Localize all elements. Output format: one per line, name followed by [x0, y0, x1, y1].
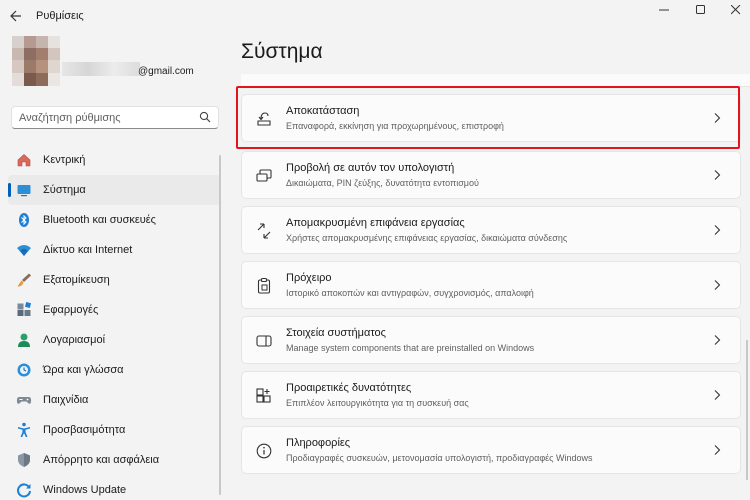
avatar[interactable] — [12, 36, 60, 86]
chevron-right-icon — [714, 335, 721, 345]
sidebar-item-label: Εξατομίκευση — [43, 274, 110, 286]
sidebar-item-label: Δίκτυο και Internet — [43, 244, 133, 256]
sidebar-item-privacy-security[interactable]: Απόρρητο και ασφάλεια — [8, 445, 220, 475]
card-subtitle: Δικαιώματα, PIN ζεύξης, δυνατότητα εντοπ… — [286, 178, 479, 188]
chevron-right-icon — [714, 445, 721, 455]
chevron-right-icon — [714, 170, 721, 180]
card-title: Προαιρετικές δυνατότητες — [286, 382, 412, 394]
bluetooth-icon — [16, 212, 32, 228]
clock-globe-icon — [16, 362, 32, 378]
card-title: Προβολή σε αυτόν τον υπολογιστή — [286, 162, 455, 174]
project-icon — [256, 169, 272, 182]
sidebar-item-bluetooth[interactable]: Bluetooth και συσκευές — [8, 205, 220, 235]
paintbrush-icon — [16, 272, 32, 288]
sidebar-item-label: Σύστημα — [43, 184, 86, 196]
sidebar-item-label: Κεντρική — [43, 154, 86, 166]
home-icon — [16, 152, 32, 168]
clipboard-icon — [257, 277, 271, 294]
window-title: Ρυθμίσεις — [36, 10, 84, 22]
sidebar-item-network[interactable]: Δίκτυο και Internet — [8, 235, 220, 265]
chevron-right-icon — [714, 225, 721, 235]
info-icon — [256, 443, 272, 459]
account-name-redacted — [62, 62, 140, 76]
sidebar-item-gaming[interactable]: Παιχνίδια — [8, 385, 220, 415]
sidebar-nav: Κεντρική Σύστημα Bluetooth και συσκευές … — [8, 145, 220, 500]
sidebar-item-label: Ώρα και γλώσσα — [43, 364, 124, 376]
card-title: Απομακρυσμένη επιφάνεια εργασίας — [286, 217, 465, 229]
sidebar-item-label: Bluetooth και συσκευές — [43, 214, 156, 226]
card-remote-desktop[interactable]: Απομακρυσμένη επιφάνεια εργασίας Χρήστες… — [241, 206, 741, 254]
sidebar-item-label: Παιχνίδια — [43, 394, 89, 406]
card-subtitle: Προδιαγραφές συσκευών, μετονομασία υπολο… — [286, 453, 593, 463]
sidebar-item-personalization[interactable]: Εξατομίκευση — [8, 265, 220, 295]
card-clipboard[interactable]: Πρόχειρο Ιστορικό αποκοπών και αντιγραφώ… — [241, 261, 741, 309]
card-projecting[interactable]: Προβολή σε αυτόν τον υπολογιστή Δικαιώμα… — [241, 151, 741, 199]
sidebar-item-windows-update[interactable]: Windows Update — [8, 475, 220, 500]
maximize-icon — [696, 5, 705, 14]
gamepad-icon — [16, 392, 32, 408]
close-icon — [731, 5, 741, 15]
sidebar-item-label: Απόρρητο και ασφάλεια — [43, 454, 160, 466]
person-icon — [16, 332, 32, 348]
account-email: @gmail.com — [138, 66, 194, 77]
wifi-icon — [16, 242, 32, 258]
main-scrollbar[interactable] — [746, 340, 748, 480]
system-monitor-icon — [16, 182, 32, 198]
remote-desktop-icon — [257, 223, 271, 239]
highlight-box — [236, 86, 740, 149]
back-arrow-icon — [10, 10, 21, 22]
card-subtitle: Χρήστες απομακρυσμένης επιφάνειας εργασί… — [286, 233, 568, 243]
card-about[interactable]: Πληροφορίες Προδιαγραφές συσκευών, μετον… — [241, 426, 741, 474]
page-title: Σύστημα — [241, 40, 323, 63]
card-subtitle: Επιπλέον λειτουργικότητα για τη συσκευή … — [286, 398, 469, 408]
search-icon[interactable] — [199, 111, 211, 123]
sidebar-item-label: Εφαρμογές — [43, 304, 99, 316]
sidebar-item-label: Windows Update — [43, 484, 127, 496]
back-button[interactable] — [6, 6, 26, 26]
sidebar-item-accounts[interactable]: Λογαριασμοί — [8, 325, 220, 355]
sidebar-item-time-language[interactable]: Ώρα και γλώσσα — [8, 355, 220, 385]
sidebar-item-apps[interactable]: Εφαρμογές — [8, 295, 220, 325]
sidebar-item-label: Λογαριασμοί — [43, 334, 106, 346]
minimize-button[interactable] — [646, 0, 682, 20]
card-title: Στοιχεία συστήματος — [286, 327, 386, 339]
title-bar: Ρυθμίσεις — [0, 0, 750, 32]
optional-features-icon — [256, 388, 271, 403]
update-icon — [16, 482, 32, 498]
card-subtitle: Manage system components that are preins… — [286, 343, 535, 353]
chevron-right-icon — [714, 280, 721, 290]
close-button[interactable] — [718, 0, 750, 20]
sidebar-item-system[interactable]: Σύστημα — [8, 175, 220, 205]
card-system-components[interactable]: Στοιχεία συστήματος Manage system compon… — [241, 316, 741, 364]
shield-icon — [16, 452, 32, 468]
sidebar-item-accessibility[interactable]: Προσβασιμότητα — [8, 415, 220, 445]
sidebar-scrollbar[interactable] — [219, 155, 221, 495]
card-title: Πληροφορίες — [286, 437, 351, 449]
search-placeholder: Αναζήτηση ρύθμισης — [19, 112, 121, 124]
search-input[interactable]: Αναζήτηση ρύθμισης — [11, 106, 219, 129]
system-components-icon — [256, 335, 272, 347]
maximize-button[interactable] — [683, 0, 719, 20]
apps-icon — [16, 302, 32, 318]
sidebar-item-home[interactable]: Κεντρική — [8, 145, 220, 175]
card-title: Πρόχειρο — [286, 272, 332, 284]
chevron-right-icon — [714, 390, 721, 400]
sidebar-item-label: Προσβασιμότητα — [43, 424, 126, 436]
card-optional-features[interactable]: Προαιρετικές δυνατότητες Επιπλέον λειτου… — [241, 371, 741, 419]
minimize-icon — [659, 9, 669, 11]
accessibility-icon — [16, 422, 32, 438]
card-subtitle: Ιστορικό αποκοπών και αντιγραφών, συγχρο… — [286, 288, 534, 298]
